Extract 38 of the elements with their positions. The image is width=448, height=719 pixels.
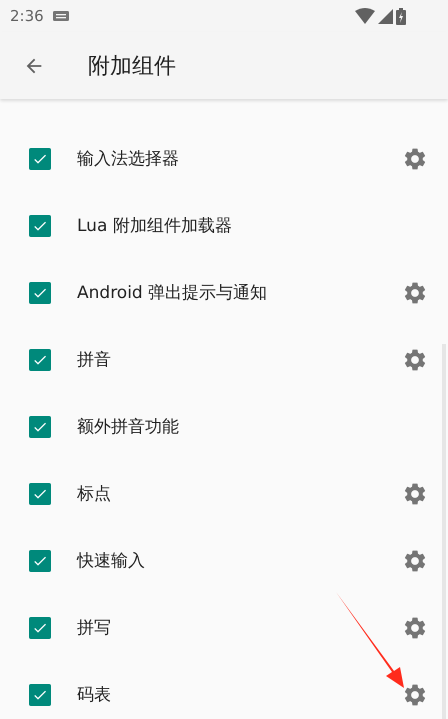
signal-icon — [378, 8, 393, 24]
addon-label: Lua 附加组件加载器 — [77, 215, 233, 237]
keyboard-icon — [52, 11, 69, 21]
page-title: 附加组件 — [88, 52, 176, 80]
wifi-icon — [355, 8, 375, 24]
addon-label: 码表 — [77, 684, 112, 706]
settings-button[interactable] — [402, 614, 428, 640]
addon-label: Android 弹出提示与通知 — [77, 282, 268, 304]
settings-icon — [402, 280, 428, 306]
checkbox[interactable] — [29, 550, 51, 572]
battery-icon — [396, 8, 406, 24]
checkbox[interactable] — [29, 214, 51, 236]
settings-icon — [402, 614, 428, 640]
checkbox[interactable] — [29, 348, 51, 370]
addon-label: 拼音 — [77, 349, 112, 371]
settings-icon — [402, 346, 428, 372]
settings-button[interactable] — [402, 548, 428, 574]
settings-button[interactable] — [402, 480, 428, 506]
addon-label: 额外拼音功能 — [77, 416, 180, 438]
settings-icon — [402, 480, 428, 506]
settings-button[interactable] — [402, 280, 428, 306]
settings-button[interactable] — [402, 346, 428, 372]
addon-label: 拼写 — [77, 617, 112, 639]
checkbox[interactable] — [29, 482, 51, 504]
settings-icon — [402, 548, 428, 574]
settings-button[interactable] — [402, 682, 428, 708]
checkbox[interactable] — [29, 684, 51, 706]
addon-label: 标点 — [77, 483, 112, 505]
settings-button[interactable] — [402, 146, 428, 172]
status-time: 2:36 — [10, 7, 44, 25]
addon-label: 快速输入 — [77, 550, 146, 572]
settings-icon — [402, 146, 428, 172]
checkbox[interactable] — [29, 416, 51, 438]
addon-label: 输入法选择器 — [77, 148, 180, 170]
checkbox[interactable] — [29, 148, 51, 170]
checkbox[interactable] — [29, 616, 51, 638]
settings-icon — [402, 682, 428, 708]
checkbox[interactable] — [29, 282, 51, 304]
